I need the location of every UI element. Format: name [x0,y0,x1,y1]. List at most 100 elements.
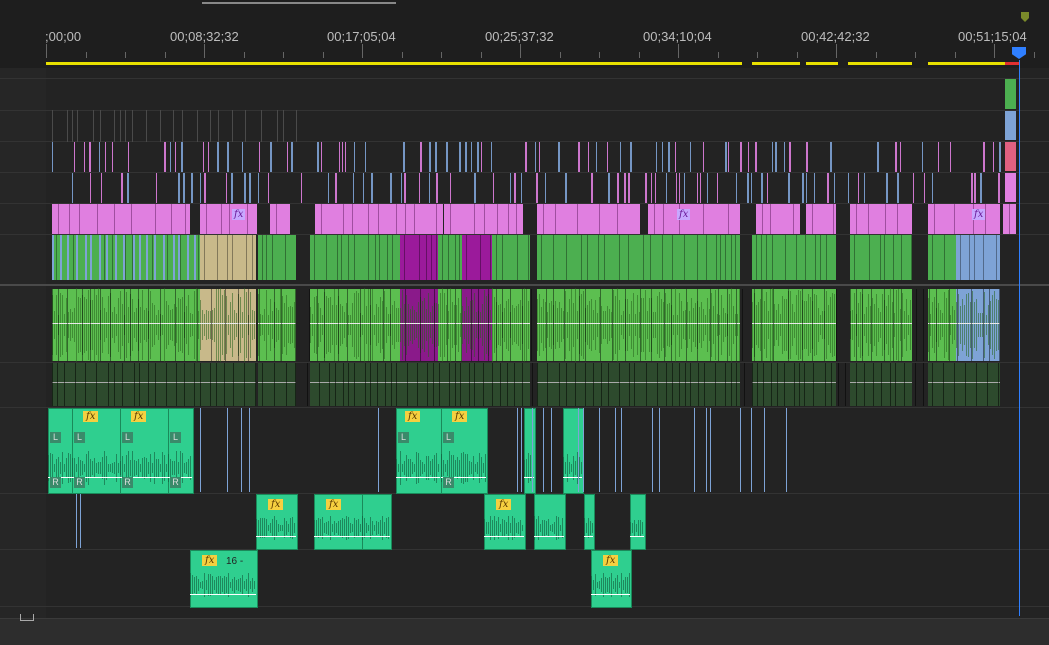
video-clip-sliver[interactable] [178,235,180,280]
clip-edge[interactable] [845,363,846,406]
ruler-tick[interactable] [875,52,877,58]
video-clip-sliver[interactable] [164,142,166,172]
waveform-bar[interactable] [508,299,509,351]
waveform-bar[interactable] [908,315,909,335]
waveform-bar[interactable] [152,463,153,473]
waveform-bar[interactable] [356,291,357,359]
waveform-bar[interactable] [876,294,877,356]
waveform-bar[interactable] [540,524,541,532]
video-clip-sliver[interactable] [864,173,865,203]
clip-edge[interactable] [856,289,857,361]
clip-edge[interactable] [643,235,644,280]
waveform-bar[interactable] [424,464,425,472]
waveform-bar[interactable] [340,520,341,536]
scroll-thumb[interactable] [202,2,396,4]
waveform-bar[interactable] [310,307,311,343]
waveform-bar[interactable] [818,308,819,342]
waveform-bar[interactable] [284,303,285,347]
waveform-bar[interactable] [246,579,247,591]
waveform-bar[interactable] [94,289,95,361]
clip-edge[interactable] [949,289,950,361]
waveform-bar[interactable] [322,315,323,335]
clip-edge[interactable] [490,235,491,280]
audio-clip-sliver[interactable] [786,408,787,492]
waveform-bar[interactable] [96,463,97,473]
waveform-bar[interactable] [392,305,393,345]
clip-edge[interactable] [455,289,456,361]
waveform-bar[interactable] [632,523,633,533]
video-clip-sliver[interactable] [578,142,580,172]
waveform-bar[interactable] [270,299,271,351]
waveform-bar[interactable] [543,299,544,351]
video-clip-sliver[interactable] [390,173,392,203]
clip-edge[interactable] [585,363,586,406]
video-clip-sliver[interactable] [655,173,656,203]
waveform-bar[interactable] [286,521,287,535]
waveform-bar[interactable] [56,295,57,355]
waveform-bar[interactable] [549,303,550,347]
waveform-bar[interactable] [318,518,319,538]
video-clip-sliver[interactable] [218,110,219,142]
clip-edge[interactable] [152,235,153,280]
clip-edge[interactable] [690,363,691,406]
ruler-tick[interactable] [638,52,640,58]
video-clip-sliver[interactable] [700,173,701,203]
waveform-bar[interactable] [504,308,505,342]
clip-edge[interactable] [321,204,322,234]
waveform-bar[interactable] [80,460,81,476]
waveform-bar[interactable] [220,576,221,594]
video-clip-sliver[interactable] [365,142,366,172]
waveform-bar[interactable] [292,307,293,343]
waveform-bar[interactable] [466,297,467,353]
waveform-bar[interactable] [142,458,143,478]
waveform-bar[interactable] [814,294,815,356]
video-clip-sliver[interactable] [339,142,340,172]
clip-edge[interactable] [884,235,885,280]
volume-line[interactable] [256,536,296,537]
waveform-bar[interactable] [94,458,95,478]
waveform-bar[interactable] [996,299,997,351]
clip-edge[interactable] [138,289,139,361]
waveform-bar[interactable] [336,305,337,345]
waveform-bar[interactable] [882,294,883,356]
video-clip-sliver[interactable] [751,173,752,203]
video-clip-sliver[interactable] [725,142,727,172]
waveform-bar[interactable] [974,302,975,348]
waveform-bar[interactable] [162,452,163,484]
video-clip-sliver[interactable] [100,110,101,142]
waveform-bar[interactable] [98,462,99,474]
clip-edge[interactable] [82,289,83,361]
waveform-bar[interactable] [776,310,777,340]
video-clip-sliver[interactable] [121,173,123,203]
waveform-bar[interactable] [725,313,726,337]
ruler-tick[interactable] [559,52,561,58]
waveform-bar[interactable] [655,312,656,338]
waveform-bar[interactable] [579,457,580,479]
waveform-bar[interactable] [372,289,373,361]
clip-edge[interactable] [716,235,717,280]
clip-edge[interactable] [756,235,757,280]
clip-edge[interactable] [836,289,837,361]
waveform-bar[interactable] [546,521,547,535]
clip-edge[interactable] [728,204,729,234]
waveform-bar[interactable] [641,298,642,352]
video-clip-sliver[interactable] [277,110,278,142]
video-clip-sliver[interactable] [67,235,69,280]
clip-edge[interactable] [365,363,366,406]
audio-clip-sliver[interactable] [751,408,752,492]
waveform-bar[interactable] [479,453,480,483]
video-clip-sliver[interactable] [52,142,53,172]
clip-edge[interactable] [194,363,195,406]
clip-edge[interactable] [838,363,839,406]
waveform-bar[interactable] [866,307,867,343]
waveform-bar[interactable] [192,575,193,595]
waveform-bar[interactable] [402,464,403,472]
waveform-bar[interactable] [447,460,448,476]
audio-clip-dark[interactable] [258,363,296,406]
waveform-bar[interactable] [806,301,807,349]
waveform-bar[interactable] [226,577,227,593]
waveform-bar[interactable] [280,525,281,531]
waveform-bar[interactable] [320,308,321,342]
waveform-bar[interactable] [597,313,598,337]
ruler-tick[interactable] [164,52,166,58]
